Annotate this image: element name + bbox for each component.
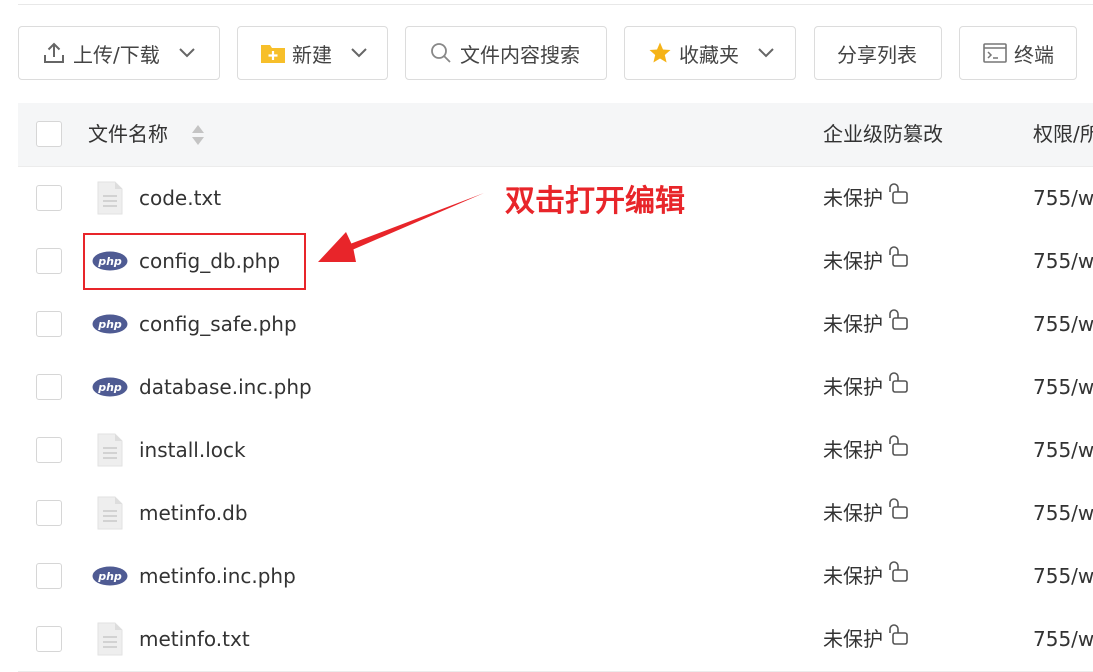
protection-label: 未保护 (823, 438, 883, 462)
table-row[interactable]: php database.inc.php 未保护 755/w (18, 356, 1093, 420)
file-name[interactable]: code.txt (139, 167, 221, 230)
protection-status[interactable]: 未保护 (823, 482, 909, 545)
file-name[interactable]: metinfo.txt (139, 608, 250, 671)
protection-status[interactable]: 未保护 (823, 356, 909, 419)
protection-status[interactable]: 未保护 (823, 545, 909, 608)
text-file-icon (92, 180, 128, 216)
permission[interactable]: 755/w (1033, 545, 1093, 608)
php-icon: php (92, 369, 128, 405)
table-row[interactable]: metinfo.db 未保护 755/w (18, 482, 1093, 546)
php-badge-text: php (97, 381, 122, 394)
table-row[interactable]: php config_safe.php 未保护 755/w (18, 293, 1093, 357)
unlock-icon (883, 230, 909, 293)
permission[interactable]: 755/w (1033, 419, 1093, 482)
text-file-icon (92, 495, 128, 531)
row-checkbox[interactable] (36, 248, 62, 274)
share-list-label: 分享列表 (837, 42, 917, 67)
protection-label: 未保护 (823, 564, 883, 588)
row-checkbox[interactable] (36, 185, 62, 211)
content-search-button[interactable]: 文件内容搜索 (405, 26, 607, 80)
permission[interactable]: 755/w (1033, 293, 1093, 356)
table-row[interactable]: install.lock 未保护 755/w (18, 419, 1093, 483)
protection-status[interactable]: 未保护 (823, 293, 909, 356)
unlock-icon (883, 545, 909, 608)
protection-label: 未保护 (823, 186, 883, 210)
file-name[interactable]: install.lock (139, 419, 246, 482)
file-name[interactable]: metinfo.inc.php (139, 545, 296, 608)
new-button[interactable]: 新建 (237, 26, 388, 80)
protection-status[interactable]: 未保护 (823, 230, 909, 293)
chevron-down-icon (178, 47, 196, 59)
row-checkbox[interactable] (36, 626, 62, 652)
file-name[interactable]: database.inc.php (139, 356, 312, 419)
file-name[interactable]: metinfo.db (139, 482, 248, 545)
highlight-box (83, 233, 306, 290)
unlock-icon (883, 482, 909, 545)
terminal-icon (982, 40, 1008, 66)
annotation-text: 双击打开编辑 (505, 184, 685, 219)
new-label: 新建 (292, 42, 332, 67)
row-checkbox[interactable] (36, 374, 62, 400)
column-header-name[interactable]: 文件名称 (88, 103, 168, 166)
protection-status[interactable]: 未保护 (823, 419, 909, 482)
protection-label: 未保护 (823, 375, 883, 399)
upload-download-label: 上传/下载 (73, 42, 160, 67)
table-header: 文件名称 企业级防篡改 权限/所 (18, 103, 1093, 167)
protection-label: 未保护 (823, 312, 883, 336)
unlock-icon (883, 419, 909, 482)
unlock-icon (883, 167, 909, 230)
permission[interactable]: 755/w (1033, 608, 1093, 671)
file-name[interactable]: config_safe.php (139, 293, 297, 356)
text-file-icon (92, 621, 128, 657)
column-header-permission[interactable]: 权限/所 (1033, 103, 1093, 166)
permission[interactable]: 755/w (1033, 482, 1093, 545)
row-checkbox[interactable] (36, 311, 62, 337)
permission[interactable]: 755/w (1033, 230, 1093, 293)
search-icon (428, 40, 454, 66)
top-divider (18, 4, 1093, 5)
sort-icon[interactable] (190, 123, 206, 147)
php-badge-text: php (97, 318, 122, 331)
chevron-down-icon (757, 47, 775, 59)
php-badge-text: php (97, 570, 122, 583)
table-row[interactable]: metinfo.txt 未保护 755/w (18, 608, 1093, 672)
favorites-label: 收藏夹 (679, 42, 739, 67)
upload-download-button[interactable]: 上传/下载 (18, 26, 220, 80)
row-checkbox[interactable] (36, 500, 62, 526)
star-icon (647, 40, 673, 66)
share-list-button[interactable]: 分享列表 (814, 26, 942, 80)
terminal-label: 终端 (1014, 42, 1054, 67)
row-checkbox[interactable] (36, 437, 62, 463)
content-search-label: 文件内容搜索 (460, 42, 580, 67)
permission[interactable]: 755/w (1033, 356, 1093, 419)
unlock-icon (883, 293, 909, 356)
row-checkbox[interactable] (36, 563, 62, 589)
protection-label: 未保护 (823, 249, 883, 273)
php-icon: php (92, 558, 128, 594)
terminal-button[interactable]: 终端 (959, 26, 1077, 80)
protection-status[interactable]: 未保护 (823, 608, 909, 671)
new-folder-icon (260, 40, 286, 66)
protection-status[interactable]: 未保护 (823, 167, 909, 230)
select-all-checkbox[interactable] (36, 121, 62, 147)
table-row[interactable]: php metinfo.inc.php 未保护 755/w (18, 545, 1093, 609)
unlock-icon (883, 608, 909, 671)
favorites-button[interactable]: 收藏夹 (624, 26, 796, 80)
text-file-icon (92, 432, 128, 468)
protection-label: 未保护 (823, 501, 883, 525)
protection-label: 未保护 (823, 627, 883, 651)
permission[interactable]: 755/w (1033, 167, 1093, 230)
chevron-down-icon (350, 47, 368, 59)
php-icon: php (92, 306, 128, 342)
column-header-tamper-protection[interactable]: 企业级防篡改 (823, 103, 943, 166)
unlock-icon (883, 356, 909, 419)
upload-icon (41, 40, 67, 66)
